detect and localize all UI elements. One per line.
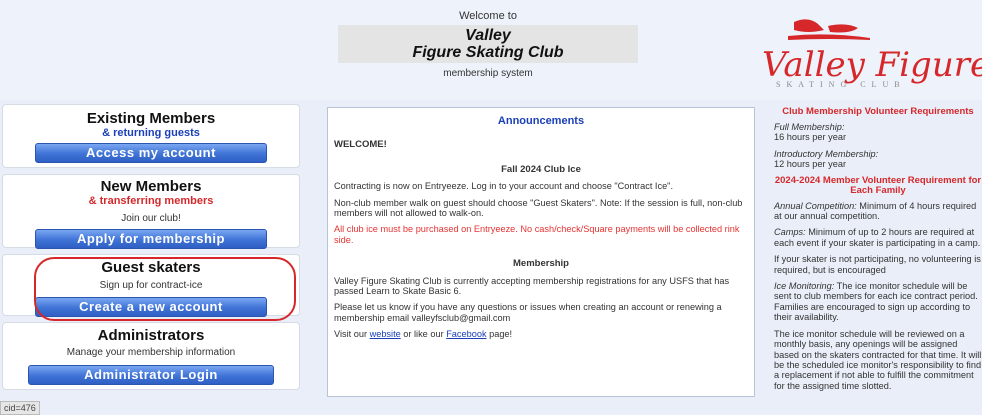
- ice-monitoring-label: Ice Monitoring:: [774, 281, 835, 292]
- logo-subtext: SKATING CLUB: [776, 80, 906, 89]
- guest-walk-on-paragraph: Non-club member walk on guest should cho…: [334, 197, 743, 219]
- administrators-panel: Administrators Manage your membership in…: [2, 322, 300, 390]
- visit-pre-text: Visit our: [334, 329, 370, 340]
- returning-guests-link[interactable]: & returning guests: [3, 127, 299, 139]
- contracting-paragraph: Contracting is now on Entryeeze. Log in …: [334, 181, 673, 192]
- page-header: Welcome to Valley Figure Skating Club me…: [0, 0, 982, 100]
- ice-monitoring-item: Ice Monitoring: The ice monitor schedule…: [774, 281, 982, 323]
- full-membership-value: 16 hours per year: [774, 132, 847, 143]
- access-account-button[interactable]: Access my account: [35, 143, 267, 163]
- visit-post-text: page!: [486, 329, 513, 340]
- membership-system-subtitle: membership system: [443, 68, 533, 79]
- announcements-title: Announcements: [497, 115, 585, 127]
- join-club-text: Join our club!: [121, 213, 181, 224]
- club-name-line2: Figure Skating Club: [412, 44, 564, 61]
- welcome-box: Welcome to Valley Figure Skating Club me…: [338, 4, 638, 86]
- monitor-schedule-text: The ice monitor schedule will be reviewe…: [774, 328, 982, 391]
- welcome-to-text: Welcome to: [459, 10, 517, 22]
- transferring-members-link[interactable]: & transferring members: [3, 195, 299, 207]
- website-link[interactable]: website: [370, 329, 401, 339]
- club-name-line1: Valley: [465, 27, 511, 44]
- fall-club-ice-heading: Fall 2024 Club Ice: [501, 163, 581, 175]
- visit-paragraph: Visit our website or like our Facebook p…: [334, 329, 748, 339]
- announcements-panel: Announcements WELCOME! Fall 2024 Club Ic…: [327, 107, 755, 397]
- administrators-title: Administrators: [97, 327, 205, 344]
- family-requirement-heading: 2024-2024 Member Volunteer Requirement f…: [774, 174, 982, 196]
- not-participating-text: If your skater is not participating, no …: [774, 254, 981, 275]
- manage-membership-text: Manage your membership information: [66, 347, 236, 358]
- logo-script-text: Valley Figure: [762, 45, 982, 85]
- existing-members-panel: Existing Members & returning guests Acce…: [2, 104, 300, 168]
- full-membership-label: Full Membership:: [774, 122, 845, 132]
- new-members-title: New Members: [100, 178, 202, 195]
- welcome-heading: WELCOME!: [334, 139, 387, 151]
- intro-membership-item: Introductory Membership: 12 hours per yea…: [774, 149, 982, 170]
- status-bar: cid=476: [0, 401, 40, 415]
- full-membership-item: Full Membership: 16 hours per year: [774, 122, 982, 143]
- contact-paragraph: Please let us know if you have any quest…: [334, 302, 722, 323]
- membership-paragraph: Valley Figure Skating Club is currently …: [334, 275, 730, 297]
- login-options-column: Existing Members & returning guests Acce…: [0, 104, 304, 396]
- intro-membership-value: 12 hours per year: [774, 159, 847, 170]
- apply-membership-button[interactable]: Apply for membership: [35, 229, 267, 249]
- camps-text: Minimum of up to 2 hours are required at…: [774, 227, 981, 248]
- annual-competition-label: Annual Competition:: [774, 200, 857, 211]
- camps-label: Camps:: [774, 227, 806, 238]
- guest-skaters-highlight-ring: [34, 257, 296, 321]
- new-members-panel: New Members & transferring members Join …: [2, 174, 300, 249]
- existing-members-title: Existing Members: [86, 110, 216, 127]
- annual-competition-item: Annual Competition: Minimum of 4 hours r…: [774, 201, 982, 222]
- facebook-link[interactable]: Facebook: [446, 329, 486, 339]
- camps-item: Camps: Minimum of up to 2 hours are requ…: [774, 227, 982, 248]
- club-name-banner: Valley Figure Skating Club: [338, 25, 638, 63]
- intro-membership-label: Introductory Membership:: [774, 148, 879, 159]
- visit-mid-text: or like our: [400, 329, 447, 340]
- payment-notice-paragraph: All club ice must be purchased on Entrye…: [334, 224, 740, 245]
- volunteer-requirements-heading: Club Membership Volunteer Requirements: [782, 106, 974, 117]
- membership-heading: Membership: [513, 258, 569, 270]
- skate-blade-icon: [788, 19, 870, 40]
- volunteer-requirements-column: Club Membership Volunteer Requirements F…: [774, 107, 982, 397]
- administrator-login-button[interactable]: Administrator Login: [28, 365, 274, 385]
